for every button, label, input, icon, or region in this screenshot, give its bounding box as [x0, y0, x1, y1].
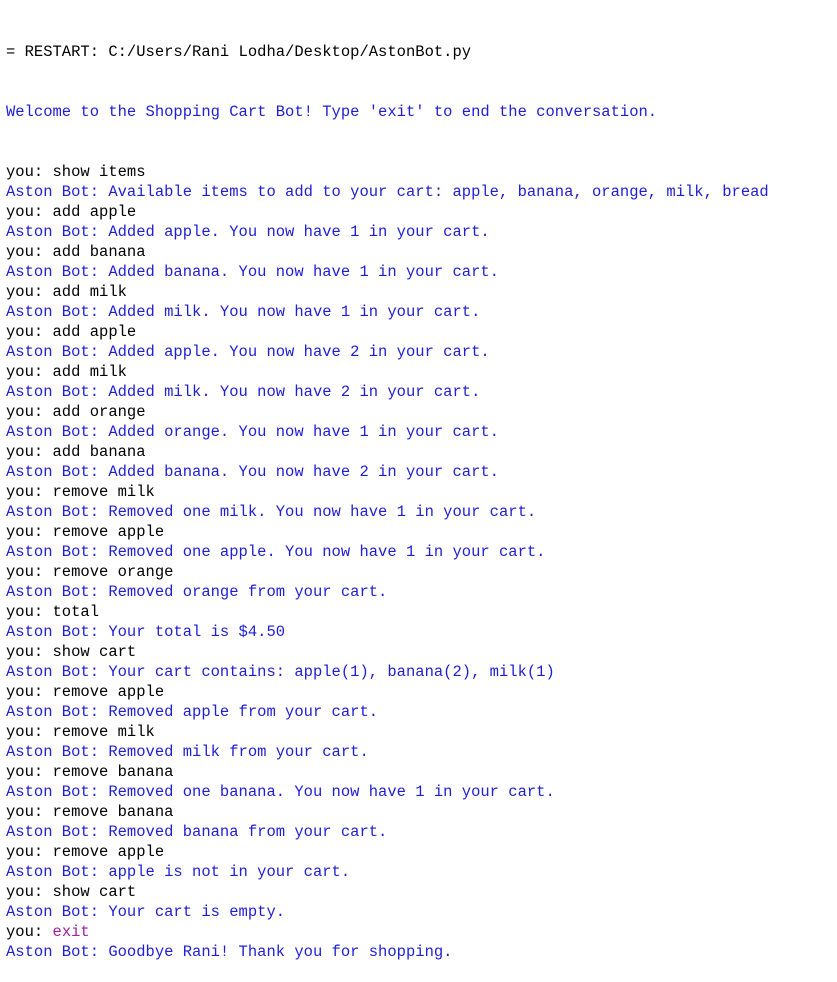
bot-response-line: Aston Bot: Goodbye Rani! Thank you for s…	[6, 943, 453, 961]
user-input-line: you: remove milk	[6, 723, 155, 741]
bot-response-line: Aston Bot: Added orange. You now have 1 …	[6, 423, 499, 441]
bot-response-line: Aston Bot: Removed orange from your cart…	[6, 583, 388, 601]
conversation-transcript: you: show items Aston Bot: Available item…	[6, 162, 837, 962]
welcome-message: Welcome to the Shopping Cart Bot! Type '…	[6, 103, 658, 121]
user-prompt: you:	[6, 923, 53, 941]
bot-response-line: Aston Bot: Added banana. You now have 1 …	[6, 263, 499, 281]
bot-response-line: Aston Bot: Added banana. You now have 2 …	[6, 463, 499, 481]
user-input-line: you: show cart	[6, 883, 137, 901]
restart-banner: = RESTART: C:/Users/Rani Lodha/Desktop/A…	[6, 43, 472, 61]
bot-response-line: Aston Bot: Added apple. You now have 2 i…	[6, 343, 490, 361]
user-input-line: you: remove orange	[6, 563, 174, 581]
user-exit-line: you: exit	[6, 922, 837, 942]
bot-response-line: Aston Bot: Removed banana from your cart…	[6, 823, 388, 841]
bot-response-line: Aston Bot: Available items to add to you…	[6, 183, 769, 201]
bot-response-line: Aston Bot: apple is not in your cart.	[6, 863, 351, 881]
bot-response-line: Aston Bot: Your cart contains: apple(1),…	[6, 663, 555, 681]
bot-response-line: Aston Bot: Removed one banana. You now h…	[6, 783, 555, 801]
user-input-line: you: remove apple	[6, 843, 165, 861]
bot-response-line: Aston Bot: Your cart is empty.	[6, 903, 286, 921]
bot-response-line: Aston Bot: Removed milk from your cart.	[6, 743, 369, 761]
user-input-line: you: add banana	[6, 243, 146, 261]
exit-command: exit	[52, 923, 90, 941]
user-input-line: you: remove banana	[6, 803, 174, 821]
bot-response-line: Aston Bot: Added apple. You now have 1 i…	[6, 223, 490, 241]
bot-response-line: Aston Bot: Added milk. You now have 2 in…	[6, 383, 481, 401]
user-input-line: you: add banana	[6, 443, 146, 461]
user-input-line: you: remove banana	[6, 763, 174, 781]
user-input-line: you: show items	[6, 163, 146, 181]
python-shell-output[interactable]: = RESTART: C:/Users/Rani Lodha/Desktop/A…	[0, 0, 837, 961]
bot-response-line: Aston Bot: Removed one milk. You now hav…	[6, 503, 537, 521]
user-input-line: you: add apple	[6, 203, 137, 221]
user-input-line: you: remove milk	[6, 483, 155, 501]
user-input-line: you: add milk	[6, 283, 127, 301]
user-input-line: you: add milk	[6, 363, 127, 381]
user-input-line: you: remove apple	[6, 523, 165, 541]
user-input-line: you: add apple	[6, 323, 137, 341]
user-input-line: you: total	[6, 603, 100, 621]
user-input-line: you: remove apple	[6, 683, 165, 701]
bot-response-line: Aston Bot: Added milk. You now have 1 in…	[6, 303, 481, 321]
user-input-line: you: add orange	[6, 403, 146, 421]
user-input-line: you: show cart	[6, 643, 137, 661]
bot-response-line: Aston Bot: Your total is $4.50	[6, 623, 286, 641]
bot-response-line: Aston Bot: Removed apple from your cart.	[6, 703, 379, 721]
bot-response-line: Aston Bot: Removed one apple. You now ha…	[6, 543, 546, 561]
